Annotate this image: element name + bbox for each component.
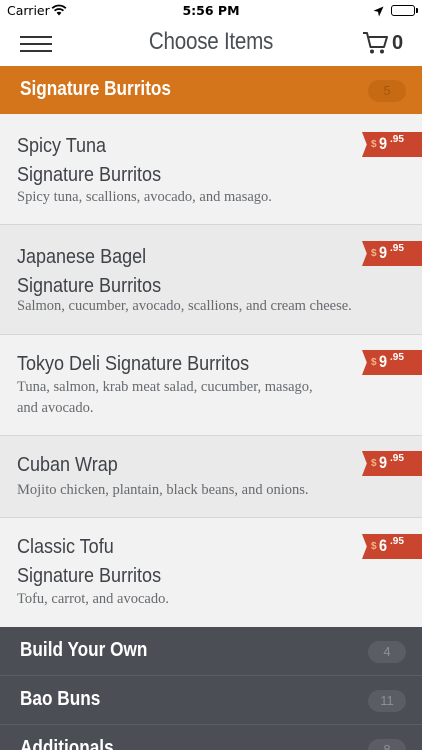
- menu-item[interactable]: Spicy Tuna Signature Burritos Spicy tuna,…: [0, 114, 422, 225]
- location-arrow-icon: [373, 5, 384, 20]
- category-signature-burritos[interactable]: Signature Burritos 5: [0, 66, 422, 114]
- item-description: Tofu, carrot, and avocado.: [17, 591, 169, 607]
- category-count-badge: 5: [368, 80, 406, 102]
- item-description: Spicy tuna, scallions, avocado, and masa…: [17, 189, 272, 205]
- item-name: Spicy Tuna Signature Burritos: [17, 135, 162, 186]
- category-label: Signature Burritos: [20, 78, 171, 100]
- price-tag: $9.95: [362, 451, 422, 476]
- category-additionals[interactable]: Additionals 8: [0, 725, 422, 750]
- price-tag: $9.95: [362, 350, 422, 375]
- category-count-badge: 8: [368, 739, 406, 750]
- category-bao-buns[interactable]: Bao Buns 11: [0, 676, 422, 725]
- battery-tip: [416, 8, 418, 13]
- price-tag: $6.95: [362, 534, 422, 559]
- clock: 5:56 PM: [182, 3, 240, 18]
- page-title: Choose Items: [148, 28, 274, 55]
- item-name: Tokyo Deli Signature Burritos: [17, 353, 250, 375]
- category-label: Build Your Own: [20, 639, 148, 661]
- item-name: Classic Tofu Signature Burritos: [17, 536, 162, 587]
- battery-icon: [391, 5, 415, 16]
- category-count-badge: 11: [368, 690, 406, 712]
- status-bar: Carrier 5:56 PM: [0, 0, 422, 22]
- menu-item[interactable]: Cuban Wrap Mojito chicken, plantain, bla…: [0, 436, 422, 518]
- item-name: Cuban Wrap: [17, 454, 118, 476]
- item-description: Salmon, cucumber, avocado, scallions, an…: [17, 298, 352, 314]
- menu-item[interactable]: Japanese Bagel Signature Burritos Salmon,…: [0, 225, 422, 335]
- category-count-badge: 4: [368, 641, 406, 663]
- category-label: Bao Buns: [20, 688, 101, 710]
- menu-item[interactable]: Classic Tofu Signature Burritos Tofu, car…: [0, 518, 422, 627]
- cart-count: 0: [392, 32, 404, 54]
- menu-item[interactable]: Tokyo Deli Signature Burritos Tuna, salm…: [0, 335, 422, 436]
- cart-button[interactable]: 0: [362, 30, 406, 58]
- item-description: Mojito chicken, plantain, black beans, a…: [17, 482, 309, 498]
- item-description: Tuna, salmon, krab meat salad, cucumber,…: [17, 379, 313, 416]
- price-tag: $9.95: [362, 241, 422, 266]
- cart-icon: [363, 32, 388, 54]
- navigation-bar: Choose Items 0: [0, 22, 422, 66]
- category-label: Additionals: [20, 737, 114, 750]
- item-name: Japanese Bagel Signature Burritos: [17, 246, 162, 297]
- price-tag: $9.95: [362, 132, 422, 157]
- category-build-your-own[interactable]: Build Your Own 4: [0, 627, 422, 676]
